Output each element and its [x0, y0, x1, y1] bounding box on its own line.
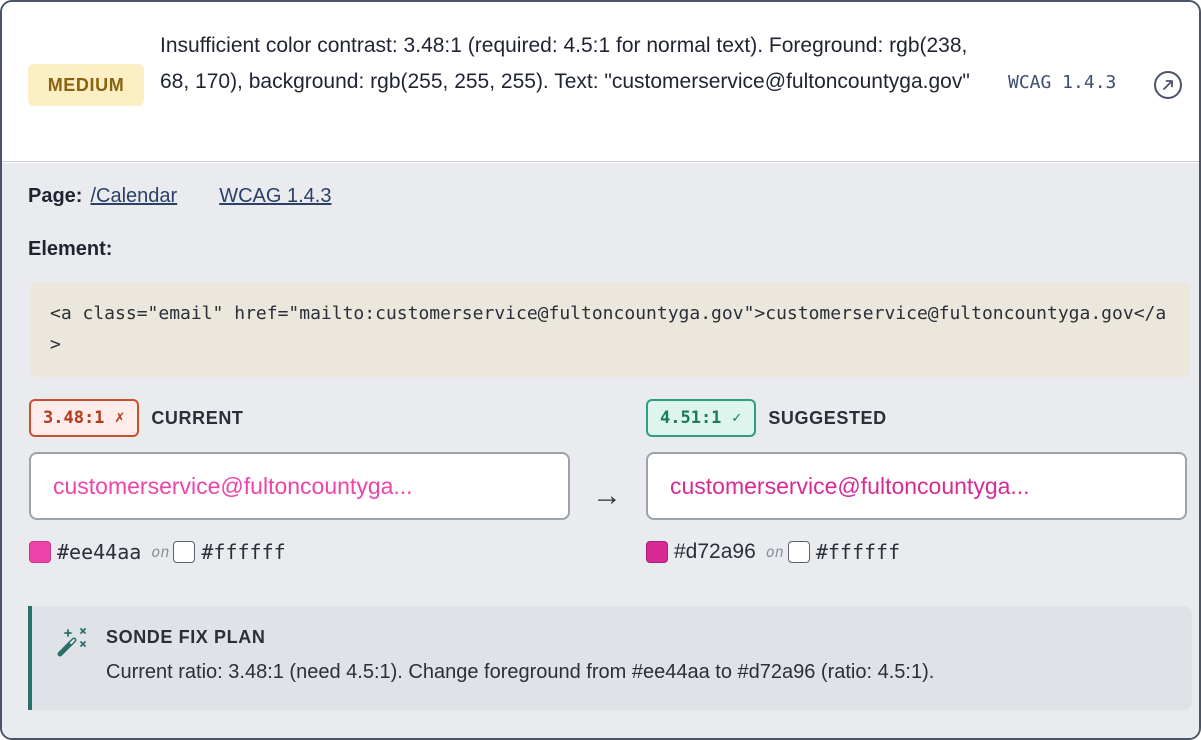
suggested-ratio-badge: 4.51:1 ✓: [646, 399, 757, 437]
page-link[interactable]: /Calendar: [90, 185, 177, 208]
fail-mark-icon: ✗: [114, 410, 126, 426]
current-preview: customerservice@fultoncountyga...: [29, 452, 570, 520]
fix-plan: SONDE FIX PLAN Current ratio: 3.48:1 (ne…: [28, 606, 1192, 710]
issue-details: Page: /Calendar WCAG 1.4.3 Element: <a c…: [2, 163, 1199, 738]
fix-plan-title: SONDE FIX PLAN: [106, 627, 266, 647]
suggested-panel: 4.51:1 ✓ SUGGESTED customerservice@fulto…: [646, 399, 1187, 566]
issue-header[interactable]: MEDIUM Insufficient color contrast: 3.48…: [2, 2, 1199, 162]
suggested-on-label: on: [765, 543, 784, 561]
current-background-hex: #ffffff: [201, 540, 286, 564]
current-title: CURRENT: [151, 407, 244, 428]
severity-badge: MEDIUM: [28, 64, 144, 106]
suggested-background-swatch: [787, 541, 810, 563]
suggested-title: SUGGESTED: [768, 407, 887, 428]
check-mark-icon: ✓: [731, 410, 743, 426]
external-link-icon[interactable]: [1154, 71, 1182, 99]
current-on-label: on: [151, 543, 170, 561]
suggested-foreground-swatch: [646, 541, 668, 563]
suggested-swatches: #d72a96 on #ffffff: [646, 538, 1187, 566]
suggested-foreground-hex: #d72a96: [674, 540, 756, 563]
suggested-ratio-row: 4.51:1 ✓ SUGGESTED: [646, 399, 1187, 437]
magic-wand-icon: [54, 624, 90, 660]
wcag-link[interactable]: WCAG 1.4.3: [219, 185, 331, 208]
arrow-right-icon: →: [592, 479, 622, 512]
suggested-background-hex: #ffffff: [815, 540, 901, 564]
issue-description: Insufficient color contrast: 3.48:1 (req…: [160, 34, 970, 93]
issue-card: MEDIUM Insufficient color contrast: 3.48…: [0, 0, 1201, 740]
suggested-preview: customerservice@fultoncountyga...: [646, 452, 1187, 520]
current-background-swatch: [173, 541, 196, 563]
suggested-ratio-value: 4.51:1: [660, 408, 722, 428]
current-panel: 3.48:1 ✗ CURRENT customerservice@fultonc…: [29, 399, 570, 566]
page-label: Page:: [28, 185, 83, 207]
current-ratio-value: 3.48:1: [43, 408, 105, 428]
element-label: Element:: [28, 238, 113, 260]
current-swatches: #ee44aa on #ffffff: [29, 538, 570, 566]
current-ratio-badge: 3.48:1 ✗: [29, 399, 140, 437]
wcag-reference: WCAG 1.4.3: [1008, 72, 1117, 93]
current-ratio-row: 3.48:1 ✗ CURRENT: [29, 399, 570, 437]
current-foreground-swatch: [29, 541, 51, 563]
current-foreground-hex: #ee44aa: [57, 540, 142, 564]
element-code: <a class="email" href="mailto:customerse…: [30, 282, 1190, 377]
fix-plan-text: Current ratio: 3.48:1 (need 4.5:1). Chan…: [106, 661, 935, 683]
page-row: Page: /Calendar WCAG 1.4.3: [28, 185, 331, 208]
